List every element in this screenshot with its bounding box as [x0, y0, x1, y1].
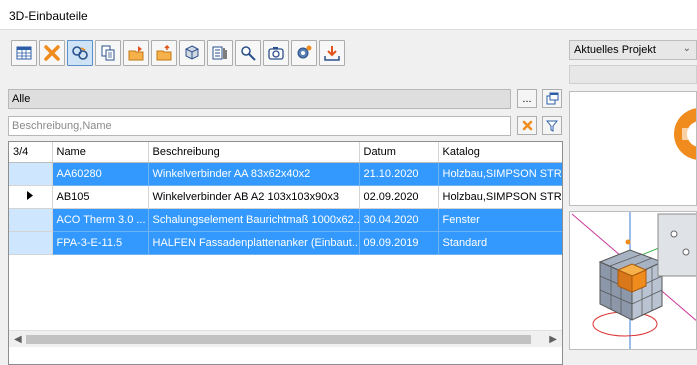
3d-part-button[interactable]: [179, 40, 205, 66]
toolbar: [11, 40, 345, 68]
gear-icon: [297, 45, 312, 59]
table-view-button[interactable]: [11, 40, 37, 66]
current-row-arrow-icon: [27, 190, 34, 200]
cell-name: AA60280: [52, 162, 149, 186]
download-button[interactable]: [319, 40, 345, 66]
preview-panel: Aktuelles Projekt ⌄: [569, 38, 697, 350]
table-row[interactable]: FPA-3-E-11.5 HALFEN Fassadenplattenanker…: [9, 231, 562, 255]
preview-image-top: [569, 91, 697, 206]
title-bar: 3D-Einbauteile: [0, 0, 697, 30]
cell-beschreibung: Winkelverbinder AA 83x62x40x2: [148, 162, 360, 186]
project-dropdown-value: Aktuelles Projekt: [574, 44, 656, 56]
export-folder-icon: [128, 46, 144, 61]
linked-items-button[interactable]: [67, 40, 93, 66]
column-header-beschreibung[interactable]: Beschreibung: [148, 142, 360, 163]
cell-katalog: Holzbau,SIMPSON STRONG: [438, 185, 562, 209]
category-filter-value: Alle: [12, 93, 31, 105]
3d-part-icon: [185, 45, 199, 60]
copy-icon: [101, 45, 115, 61]
camera-button[interactable]: [263, 40, 289, 66]
cell-name: FPA-3-E-11.5: [52, 231, 149, 255]
table-row[interactable]: ACO Therm 3.0 ... Schalungselement Bauri…: [9, 208, 562, 232]
horizontal-scrollbar[interactable]: ◀ ▶: [9, 330, 562, 347]
clear-search-button[interactable]: [517, 116, 537, 135]
filter-button[interactable]: [542, 116, 562, 135]
cell-katalog: Standard: [438, 231, 562, 255]
download-icon: [324, 46, 340, 61]
chevron-down-icon: ⌄: [682, 43, 691, 54]
selection-count: 3/4: [9, 142, 53, 163]
cell-datum: 02.09.2020: [359, 185, 439, 209]
scroll-thumb[interactable]: [26, 335, 531, 344]
camera-icon: [268, 47, 284, 60]
window-title: 3D-Einbauteile: [9, 9, 88, 23]
cell-datum: 09.09.2019: [359, 231, 439, 255]
more-options-button[interactable]: ...: [517, 89, 537, 108]
properties-icon: [212, 46, 227, 60]
row-selector[interactable]: [9, 162, 53, 186]
copy-button[interactable]: [95, 40, 121, 66]
row-selector[interactable]: [9, 185, 53, 209]
column-header-katalog[interactable]: Katalog: [438, 142, 562, 163]
view-settings-button[interactable]: [235, 40, 261, 66]
view-settings-icon: [241, 46, 256, 61]
cell-beschreibung: Schalungselement Baurichtmaß 1000x62...: [148, 208, 360, 232]
table-grid-icon: [16, 46, 32, 60]
linked-items-icon: [72, 46, 88, 60]
delete-button[interactable]: [39, 40, 65, 66]
funnel-icon: [546, 120, 558, 132]
cell-katalog: Fenster: [438, 208, 562, 232]
scroll-left-icon[interactable]: ◀: [14, 334, 22, 345]
column-header-name[interactable]: Name: [52, 142, 149, 163]
scroll-right-icon[interactable]: ▶: [549, 334, 557, 345]
import-button[interactable]: [151, 40, 177, 66]
cell-katalog: Holzbau,SIMPSON STRONG: [438, 162, 562, 186]
clear-x-icon: [522, 120, 532, 131]
cell-beschreibung: HALFEN Fassadenplattenanker (Einbaut...: [148, 231, 360, 255]
settings-button[interactable]: [291, 40, 317, 66]
table-row[interactable]: AB105 Winkelverbinder AB A2 103x103x90x3…: [9, 185, 562, 209]
more-options-label: ...: [522, 92, 532, 105]
row-selector[interactable]: [9, 231, 53, 255]
export-button[interactable]: [123, 40, 149, 66]
table-row[interactable]: AA60280 Winkelverbinder AA 83x62x40x2 21…: [9, 162, 562, 186]
search-input[interactable]: [8, 116, 511, 136]
category-filter[interactable]: Alle: [8, 89, 511, 109]
project-dropdown[interactable]: Aktuelles Projekt ⌄: [569, 40, 697, 60]
table-header-row: 3/4 Name Beschreibung Datum Katalog: [9, 142, 562, 163]
column-header-datum[interactable]: Datum: [359, 142, 439, 163]
row-selector[interactable]: [9, 208, 53, 232]
delete-x-icon: [44, 45, 60, 61]
parts-table[interactable]: 3/4 Name Beschreibung Datum Katalog AA60…: [8, 141, 563, 365]
open-window-button[interactable]: [542, 89, 562, 108]
import-folder-icon: [156, 44, 172, 61]
open-window-icon: [546, 92, 558, 105]
cell-name: AB105: [52, 185, 149, 209]
properties-button[interactable]: [207, 40, 233, 66]
secondary-dropdown[interactable]: [569, 65, 697, 84]
preview-image-3d: [569, 211, 697, 350]
3d-cube-preview-icon: [571, 212, 696, 349]
part-preview-icon: [674, 108, 696, 160]
cell-beschreibung: Winkelverbinder AB A2 103x103x90x3: [148, 185, 360, 209]
cell-datum: 30.04.2020: [359, 208, 439, 232]
cell-name: ACO Therm 3.0 ...: [52, 208, 149, 232]
cell-datum: 21.10.2020: [359, 162, 439, 186]
